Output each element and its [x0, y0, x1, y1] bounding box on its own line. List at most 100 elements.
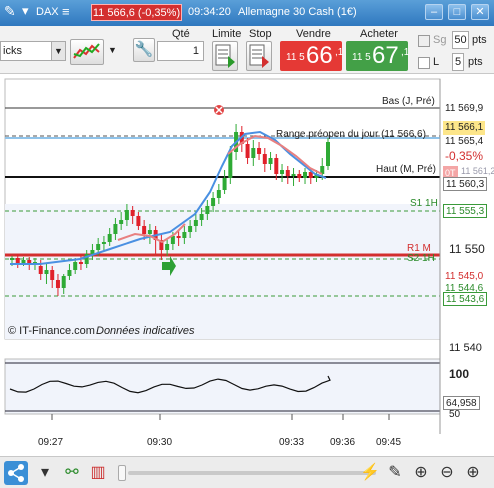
candle-body — [199, 214, 204, 220]
stop-guaranteed-label: Sg — [433, 34, 447, 46]
chevron-down-icon[interactable]: ▼ — [108, 45, 117, 55]
buy-price-prefix: 11 5 — [352, 52, 371, 63]
price-tag-bas: 11 569,9 — [445, 103, 484, 114]
scroll-handle-left[interactable] — [118, 465, 126, 481]
candle-body — [274, 158, 279, 174]
s2-label: S2 1H — [407, 253, 435, 264]
minimize-button[interactable]: – — [425, 4, 443, 20]
candle-body — [55, 280, 60, 288]
signal-icon[interactable]: ⚡ — [360, 463, 380, 483]
candle-body — [96, 244, 101, 250]
limit-points-input[interactable]: 5 — [452, 53, 464, 71]
oscillator-axis-top: 100 — [449, 367, 470, 381]
price-tag-ask: 11 566,1 — [443, 121, 486, 135]
title-bar: ✎ ▾ DAX ≡ 11 566,6 (-0,35%) 09:34:20 All… — [0, 0, 494, 26]
candlestick-icon[interactable]: ▥ — [88, 463, 108, 483]
interval-select-value: icks — [3, 45, 22, 57]
buy-price-suffix: ,1 — [401, 47, 410, 58]
zoom-fit-icon[interactable]: ⊕ — [411, 463, 431, 483]
candle-body — [142, 226, 147, 234]
candle-body — [228, 152, 233, 178]
wrench-icon[interactable]: 🔧 — [133, 38, 155, 62]
sell-price-main: 66 — [306, 42, 333, 69]
price-tag-haut: 11 560,3 — [443, 177, 488, 191]
candle-body — [50, 270, 55, 280]
time-label-0945: 09:45 — [376, 437, 402, 448]
candle-body — [193, 220, 198, 226]
instrument-name: DAX — [36, 6, 59, 18]
data-disclaimer: Données indicatives — [96, 325, 195, 337]
limit-label: Limite — [212, 28, 242, 40]
candle-body — [176, 236, 181, 238]
candle-body — [182, 232, 187, 238]
stop-guaranteed-unit: pts — [472, 34, 487, 46]
range-label: Range préopen du jour (11 566,6) — [276, 129, 426, 140]
chevron-down-icon[interactable]: ▼ — [51, 42, 65, 60]
candle-body — [124, 210, 129, 220]
quantity-input[interactable]: 1 — [157, 41, 204, 61]
high-marker-icon — [214, 105, 224, 115]
candle-body — [113, 224, 118, 234]
price-tag-range: 11 565,4 — [445, 136, 484, 147]
candle-body — [222, 178, 227, 190]
watermark: © IT-Finance.com — [8, 325, 95, 337]
bottom-toolbar: ▾ ⚯ ▥ ⚡ ✎ ⊕ ⊖ ⊕ — [0, 456, 494, 488]
candle-body — [257, 148, 262, 154]
candle-body — [61, 276, 66, 288]
chevron-down-icon[interactable]: ▾ — [35, 463, 55, 483]
time-label-0933: 09:33 — [279, 437, 305, 448]
limit-checkbox[interactable] — [418, 57, 430, 69]
candle-body — [245, 144, 250, 158]
candle-body — [291, 174, 296, 176]
sell-button[interactable]: 11 5 66 ,1 — [280, 41, 343, 71]
buy-price-main: 67 — [372, 42, 399, 69]
candle-body — [67, 270, 72, 276]
chart-type-button[interactable] — [70, 39, 104, 65]
candle-body — [136, 216, 141, 226]
quote-time: 09:34:20 — [188, 6, 231, 18]
stop-guaranteed-checkbox[interactable] — [418, 35, 430, 47]
candle-body — [78, 262, 83, 264]
candle-body — [107, 234, 112, 242]
buy-label: Acheter — [360, 28, 398, 40]
time-label-0936: 09:36 — [330, 437, 356, 448]
stop-order-icon — [249, 44, 269, 68]
maximize-button[interactable]: □ — [448, 4, 466, 20]
price-axis-11550: 11 550 — [449, 242, 485, 256]
close-button[interactable]: ✕ — [471, 4, 489, 20]
interval-select[interactable]: icks ▼ — [0, 41, 66, 61]
pin-icon[interactable]: ✎ — [4, 3, 16, 20]
limit-order-button[interactable] — [212, 41, 238, 71]
time-label-0927: 09:27 — [38, 437, 64, 448]
share-button[interactable] — [4, 461, 28, 485]
indicator-icon[interactable]: ⚯ — [62, 463, 82, 483]
time-scrollbar[interactable] — [128, 471, 376, 475]
price-tag-s1: 11 555,3 — [443, 204, 488, 218]
share-icon — [8, 464, 24, 482]
buy-button[interactable]: 11 5 67 ,1 — [346, 41, 410, 71]
candle-body — [216, 190, 221, 198]
candle-body — [73, 262, 78, 270]
chart-area[interactable]: Bas (J, Pré) Range préopen du jour (11 5… — [0, 74, 494, 456]
last-price-badge: 11 566,6 (-0,35%) — [91, 4, 182, 21]
haut-label: Haut (M, Pré) — [376, 164, 437, 175]
oscillator-pane — [4, 358, 441, 415]
zoom-out-icon[interactable]: ⊖ — [437, 463, 457, 483]
oscillator-axis-mid: 50 — [449, 409, 461, 420]
stop-label: Stop — [249, 28, 272, 40]
stop-order-button[interactable] — [246, 41, 272, 71]
zoom-in-icon[interactable]: ⊕ — [463, 463, 483, 483]
drawing-tool-icon[interactable]: ✎ — [385, 463, 405, 483]
candle-body — [251, 148, 256, 158]
sell-label: Vendre — [296, 28, 331, 40]
candle-body — [44, 270, 49, 274]
candle-body — [297, 174, 302, 178]
chevron-down-icon[interactable]: ▾ — [22, 3, 29, 19]
limit-order-icon — [215, 44, 235, 68]
price-tag-s3: 11 543,6 — [443, 292, 488, 306]
candle-body — [147, 230, 152, 234]
sell-price-prefix: 11 5 — [286, 52, 305, 63]
candle-body — [262, 154, 267, 164]
candle-body — [38, 266, 43, 274]
stop-guaranteed-input[interactable]: 50 — [452, 31, 469, 49]
